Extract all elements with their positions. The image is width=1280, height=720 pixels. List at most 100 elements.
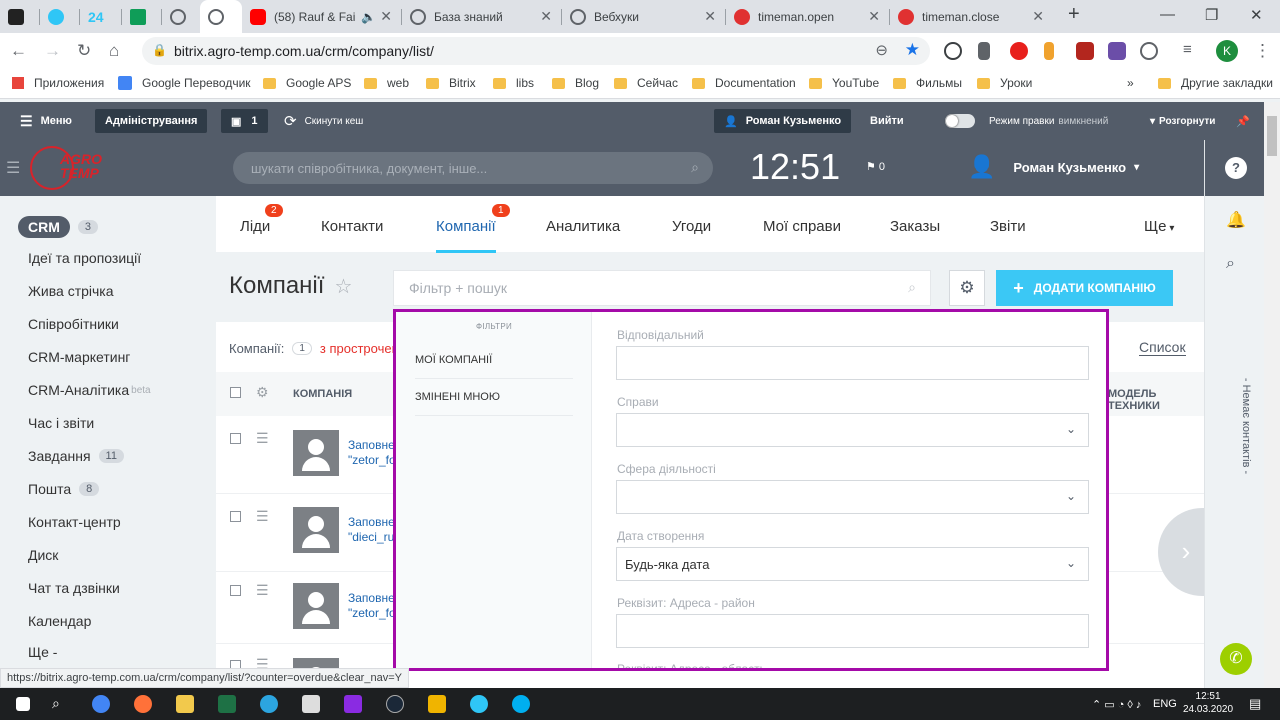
nav-tab-deals[interactable]: Угоди: [672, 218, 711, 235]
bookmark-apps[interactable]: Приложения: [12, 76, 104, 90]
company-link[interactable]: Заповне "zetor_fo: [348, 591, 396, 621]
nav-tab-reports[interactable]: Звіти: [990, 218, 1026, 235]
close-window-icon[interactable]: ✕: [1250, 6, 1263, 24]
nav-tab-orders[interactable]: Заказы: [890, 218, 940, 235]
select-all-checkbox[interactable]: [230, 387, 241, 398]
notification-icon[interactable]: ▤: [1249, 696, 1261, 712]
close-tab-icon[interactable]: ✕: [380, 8, 392, 25]
address-district-field[interactable]: [616, 614, 1089, 648]
administration-button[interactable]: Адміністрування: [95, 102, 208, 140]
excel-icon[interactable]: [218, 695, 236, 713]
menu-item[interactable]: Співробітники: [28, 316, 119, 332]
file-explorer-icon[interactable]: [176, 695, 194, 713]
row-checkbox[interactable]: [230, 511, 241, 522]
filter-search-bar[interactable]: Фільтр + пошук ⌕: [393, 270, 931, 306]
forward-icon[interactable]: →: [44, 41, 61, 61]
restore-icon[interactable]: ❐: [1205, 6, 1218, 24]
filter-input[interactable]: Фільтр + пошук: [409, 280, 507, 296]
phone-icon[interactable]: ✆: [1220, 643, 1252, 675]
logout-button[interactable]: Вийти: [870, 102, 904, 140]
media-icon[interactable]: ≡: [1183, 41, 1192, 58]
menu-item[interactable]: Пошта 8: [28, 481, 100, 497]
menu-item[interactable]: Час і звіти: [28, 415, 94, 431]
admin-user-button[interactable]: 👤 Роман Кузьменко: [714, 102, 852, 140]
chrome-icon[interactable]: [92, 695, 110, 713]
nav-tab-my-activities[interactable]: Мої справи: [763, 218, 841, 235]
header-user-menu[interactable]: 👤 Роман Кузьменко ▾: [968, 154, 1139, 180]
taskbar-clock[interactable]: 12:51 24.03.2020: [1183, 690, 1233, 716]
favorite-star-icon[interactable]: ☆: [334, 274, 352, 299]
browser-tab[interactable]: 24: [80, 0, 122, 33]
preset-my-companies[interactable]: МОЇ КОМПАНІЇ: [415, 354, 573, 379]
address-url[interactable]: bitrix.agro-temp.com.ua/crm/company/list…: [174, 43, 434, 59]
back-icon[interactable]: ←: [10, 41, 27, 61]
menu-item[interactable]: Завдання 11: [28, 448, 124, 464]
nav-tab-leads[interactable]: Ліди 2: [240, 204, 283, 235]
menu-item[interactable]: Контакт-центр: [28, 514, 121, 530]
address-bar[interactable]: 🔒 bitrix.agro-temp.com.ua/crm/company/li…: [142, 37, 930, 65]
row-menu-icon[interactable]: ☰: [256, 582, 270, 599]
bell-icon[interactable]: 🔔: [1226, 210, 1246, 230]
language-indicator[interactable]: ENG: [1153, 698, 1177, 710]
phpstorm-icon[interactable]: [344, 695, 362, 713]
bookmark-item[interactable]: Documentation: [692, 76, 796, 90]
extension-icon[interactable]: [1044, 42, 1054, 60]
close-tab-icon[interactable]: ✕: [704, 8, 716, 25]
other-bookmarks[interactable]: Другие закладки: [1158, 76, 1273, 90]
windows-start-icon[interactable]: [16, 697, 30, 711]
speaker-icon[interactable]: 🔈: [361, 10, 376, 24]
notifications-button[interactable]: ▣ 1: [221, 102, 268, 140]
expand-button[interactable]: ▾ Розгорнути: [1150, 102, 1215, 140]
row-checkbox[interactable]: [230, 585, 241, 596]
toggle-switch[interactable]: [945, 114, 975, 128]
gear-icon[interactable]: ⚙: [256, 384, 269, 401]
menu-button[interactable]: ☰ Меню: [20, 102, 72, 140]
edit-mode-toggle[interactable]: Режим правки вимкнений: [945, 102, 1108, 140]
row-menu-icon[interactable]: ☰: [256, 508, 270, 525]
menu-item[interactable]: Диск: [28, 547, 58, 563]
profile-avatar[interactable]: K: [1216, 40, 1238, 62]
browser-tab[interactable]: timeman.open ✕: [726, 0, 890, 33]
bookmark-item[interactable]: web: [364, 76, 409, 90]
row-checkbox[interactable]: [230, 433, 241, 444]
close-tab-icon[interactable]: ✕: [868, 8, 880, 25]
extension-icon[interactable]: [978, 42, 990, 60]
bookmark-item[interactable]: Google Переводчик: [118, 76, 251, 90]
browser-tab[interactable]: (58) Rauf & Fai 🔈 ✕: [242, 0, 402, 33]
browser-tab-active[interactable]: [200, 0, 242, 33]
overdue-filter-link[interactable]: з прострочен: [320, 341, 399, 356]
search-icon[interactable]: ⌕: [691, 159, 699, 176]
browser-tab[interactable]: [40, 0, 80, 33]
portal-logo[interactable]: AGRO TEMP: [60, 152, 120, 180]
view-list-toggle[interactable]: Список: [1139, 339, 1186, 356]
help-icon[interactable]: ?: [1225, 157, 1247, 179]
clock[interactable]: 12:51: [750, 146, 840, 188]
browser-tab[interactable]: База знаний ✕: [402, 0, 562, 33]
search-icon[interactable]: ⌕: [1226, 255, 1235, 273]
bookmarks-overflow[interactable]: »: [1127, 76, 1134, 90]
menu-toggle-icon[interactable]: ☰: [6, 158, 20, 178]
industry-select[interactable]: ⌄: [616, 480, 1089, 514]
settings-gear-button[interactable]: ⚙: [949, 270, 985, 306]
nav-tab-companies[interactable]: Компанії 1: [436, 204, 510, 253]
bitrix24-icon[interactable]: [470, 695, 488, 713]
bookmark-item[interactable]: Blog: [552, 76, 599, 90]
bookmark-item[interactable]: Сейчас: [614, 76, 678, 90]
menu-item[interactable]: Ідеї та пропозиції: [28, 250, 141, 266]
extension-icon[interactable]: [944, 42, 962, 60]
bookmark-item[interactable]: libs: [493, 76, 534, 90]
activities-select[interactable]: ⌄: [616, 413, 1089, 447]
preset-changed-by-me[interactable]: ЗМІНЕНІ МНОЮ: [415, 391, 573, 416]
home-icon[interactable]: ⌂: [109, 41, 119, 61]
search-icon[interactable]: ⌕: [52, 695, 60, 712]
pin-icon[interactable]: 📌: [1236, 102, 1250, 140]
menu-item-more[interactable]: Ще -: [28, 644, 57, 660]
pdf-icon[interactable]: [1076, 42, 1094, 60]
scrollbar-thumb[interactable]: [1267, 116, 1277, 156]
page-scrollbar[interactable]: [1264, 102, 1280, 688]
sublime-icon[interactable]: [428, 695, 446, 713]
menu-item-crm[interactable]: CRM 3: [18, 216, 99, 238]
browser-tab[interactable]: [0, 0, 40, 33]
app-icon[interactable]: [302, 695, 320, 713]
skype-icon[interactable]: [512, 695, 530, 713]
